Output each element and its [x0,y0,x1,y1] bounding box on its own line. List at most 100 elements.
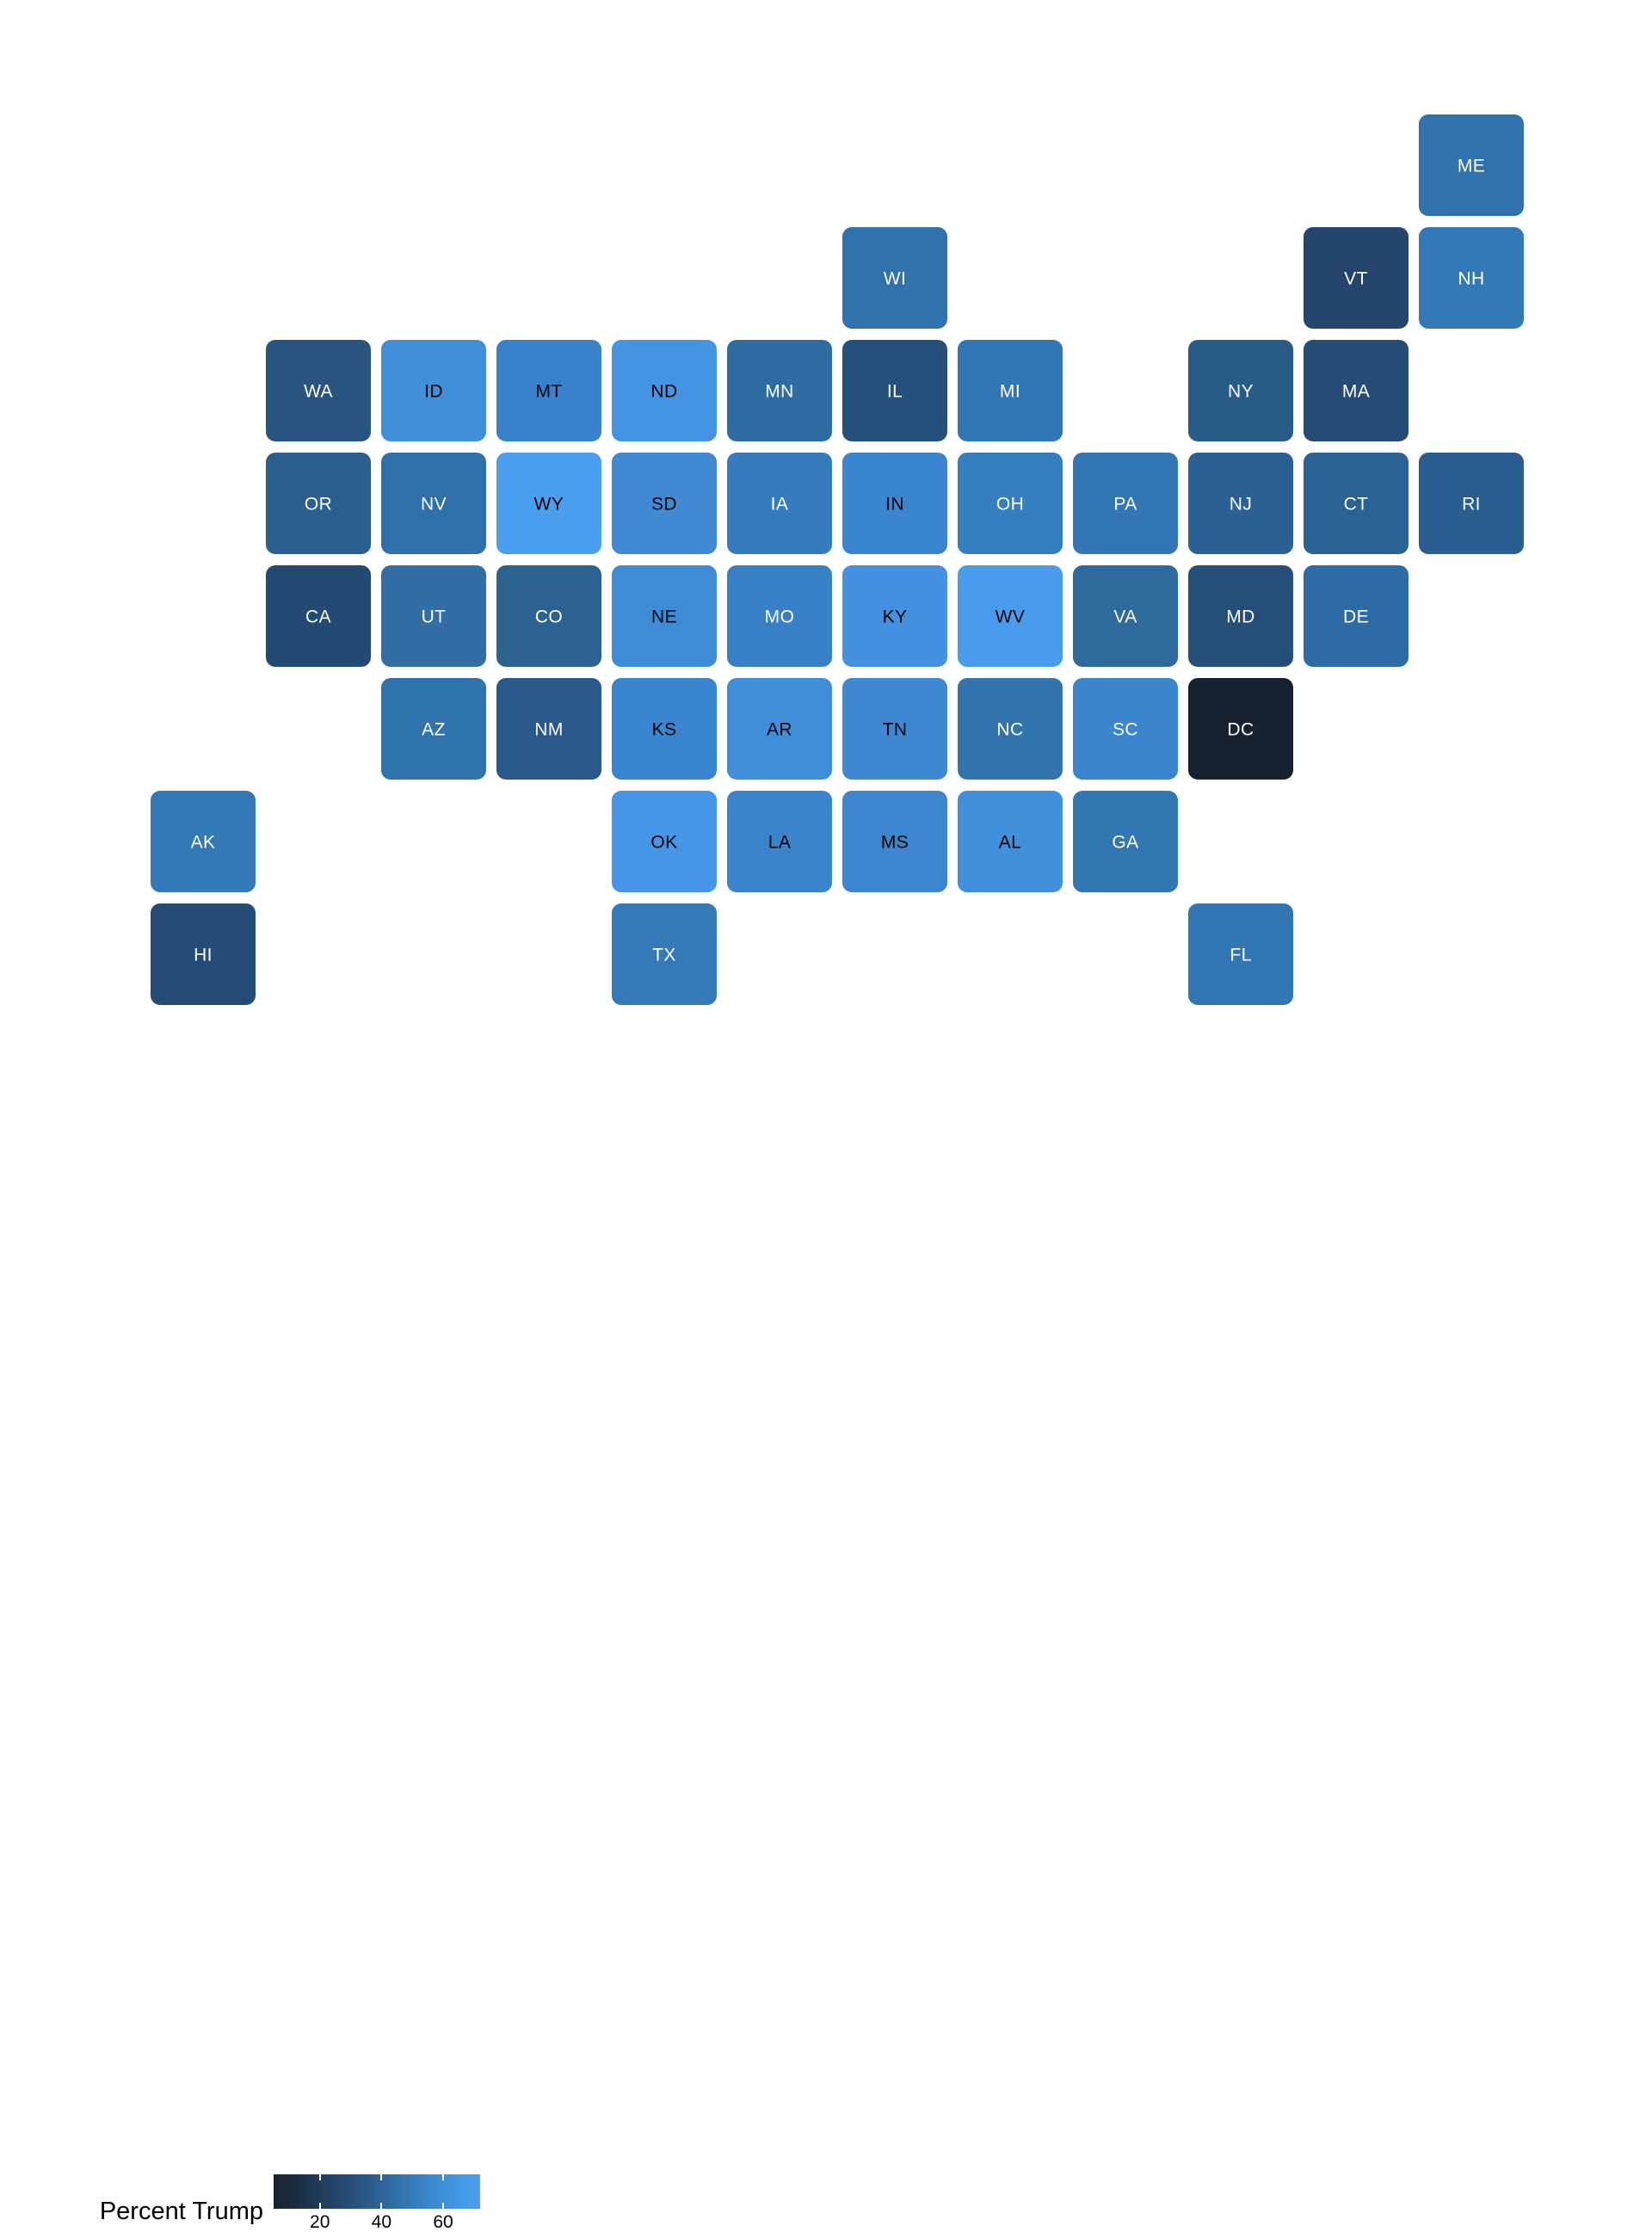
state-tile-label: FL [1230,945,1252,965]
state-tile-nm[interactable]: NM [496,678,601,780]
colorbar-wrapper: 20 40 60 [274,2174,480,2231]
state-tile-label: TN [882,719,908,740]
state-tile-label: MA [1341,381,1371,402]
state-tile-label: WA [304,381,333,402]
state-tile-ms[interactable]: MS [842,791,947,892]
state-tile-oh[interactable]: OH [958,453,1063,554]
state-tile-label: SC [1113,719,1138,740]
state-tile-ma[interactable]: MA [1304,340,1409,441]
state-tile-label: ID [424,381,443,402]
state-tile-ne[interactable]: NE [612,565,717,667]
state-tile-fl[interactable]: FL [1188,903,1293,1005]
state-tile-tn[interactable]: TN [842,678,947,780]
state-tile-label: TX [652,945,676,965]
state-tile-ia[interactable]: IA [727,453,832,554]
state-tile-label: KY [882,607,908,627]
state-tile-nc[interactable]: NC [958,678,1063,780]
state-tile-mo[interactable]: MO [727,565,832,667]
state-tile-label: IL [886,381,903,402]
state-tile-dc[interactable]: DC [1188,678,1293,780]
state-tile-md[interactable]: MD [1188,565,1293,667]
state-tile-wi[interactable]: WI [842,227,947,329]
state-tile-label: HI [194,945,213,965]
legend-title: Percent Trump [99,2198,263,2225]
state-tile-va[interactable]: VA [1073,565,1178,667]
state-tile-label: MI [999,381,1021,402]
state-tile-label: CA [305,607,331,627]
state-tile-label: GA [1112,832,1139,853]
state-tile-grid: ME WI VT NH WA ID MT ND MN IL MI NY MA OR NV WY SD IA IN OH… [0,0,1652,1033]
state-tile-label: AK [190,832,216,853]
colorbar-tick-mark [442,2203,444,2209]
state-tile-wa[interactable]: WA [266,340,371,441]
state-tile-ky[interactable]: KY [842,565,947,667]
state-tile-ga[interactable]: GA [1073,791,1178,892]
state-tile-label: VA [1113,607,1137,627]
state-tile-id[interactable]: ID [381,340,486,441]
state-tile-label: NJ [1229,494,1253,515]
state-tile-label: LA [767,832,792,853]
state-tile-label: MT [535,381,563,402]
state-tile-label: WV [995,607,1026,627]
colorbar-tick-label: 60 [433,2212,453,2232]
colorbar-tick-label: 40 [371,2212,392,2232]
state-tile-de[interactable]: DE [1304,565,1409,667]
state-tile-il[interactable]: IL [842,340,947,441]
state-tile-mt[interactable]: MT [496,340,601,441]
state-tile-ok[interactable]: OK [612,791,717,892]
state-tile-ct[interactable]: CT [1304,453,1409,554]
state-tile-mn[interactable]: MN [727,340,832,441]
state-tile-me[interactable]: ME [1419,114,1524,216]
state-tile-ca[interactable]: CA [266,565,371,667]
state-tile-nh[interactable]: NH [1419,227,1524,329]
state-tile-ny[interactable]: NY [1188,340,1293,441]
state-tile-wv[interactable]: WV [958,565,1063,667]
state-tile-label: DC [1227,719,1254,740]
state-tile-label: AR [767,719,792,740]
state-tile-label: NE [651,607,677,627]
state-tile-in[interactable]: IN [842,453,947,554]
state-tile-co[interactable]: CO [496,565,601,667]
state-tile-or[interactable]: OR [266,453,371,554]
state-tile-vt[interactable]: VT [1304,227,1409,329]
state-tile-ut[interactable]: UT [381,565,486,667]
state-tile-al[interactable]: AL [958,791,1063,892]
state-tile-label: WI [883,268,907,289]
state-tile-label: OR [304,494,333,515]
state-tile-ar[interactable]: AR [727,678,832,780]
colorbar-tick-mark [380,2174,383,2180]
state-tile-nv[interactable]: NV [381,453,486,554]
state-tile-nj[interactable]: NJ [1188,453,1293,554]
state-tile-label: MN [765,381,794,402]
state-tile-tx[interactable]: TX [612,903,717,1005]
state-tile-label: MS [880,832,909,853]
state-tile-label: CO [534,607,564,627]
colorbar-tick-mark [380,2203,383,2209]
colorbar-tick-label: 20 [310,2212,330,2232]
state-tile-sc[interactable]: SC [1073,678,1178,780]
state-tile-wy[interactable]: WY [496,453,601,554]
state-tile-label: OH [996,494,1025,515]
state-tile-label: UT [421,607,447,627]
state-tile-ks[interactable]: KS [612,678,717,780]
state-tile-label: ME [1457,156,1486,176]
state-tile-label: CT [1343,494,1369,515]
state-tile-label: NH [1458,268,1485,289]
state-tile-ak[interactable]: AK [151,791,256,892]
state-tile-mi[interactable]: MI [958,340,1063,441]
state-tile-label: MO [764,607,795,627]
state-tile-label: VT [1344,268,1368,289]
state-tile-ri[interactable]: RI [1419,453,1524,554]
state-tile-hi[interactable]: HI [151,903,256,1005]
state-tile-nd[interactable]: ND [612,340,717,441]
state-tile-la[interactable]: LA [727,791,832,892]
state-tile-label: AZ [422,719,446,740]
state-tile-az[interactable]: AZ [381,678,486,780]
state-tile-sd[interactable]: SD [612,453,717,554]
colorbar-tick-mark [318,2203,321,2209]
tile-grid-map-figure: ME WI VT NH WA ID MT ND MN IL MI NY MA OR NV WY SD IA IN OH… [0,0,1652,2231]
state-tile-label: NM [534,719,564,740]
colorbar-legend: Percent Trump 20 40 60 [0,1080,602,2231]
state-tile-label: DE [1343,607,1369,627]
state-tile-pa[interactable]: PA [1073,453,1178,554]
